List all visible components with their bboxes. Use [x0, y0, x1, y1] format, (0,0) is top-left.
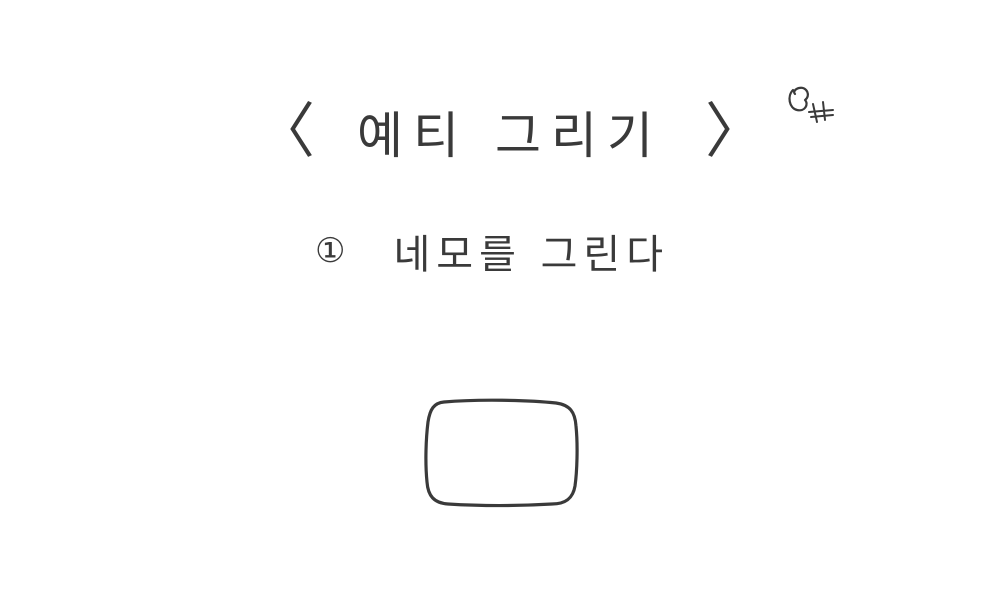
title-text: 예티 그리기: [357, 107, 663, 165]
title-left-bracket: 〈: [255, 97, 315, 167]
signature-icon: [788, 86, 834, 123]
step-number: ①: [315, 231, 346, 271]
rounded-rectangle-drawing: [424, 398, 579, 508]
instruction-step: ① 네모를 그린다: [315, 222, 669, 280]
drawing-canvas: 〈 예티 그리기 〉 ① 네모를 그린다: [0, 0, 1001, 601]
title-right-bracket: 〉: [705, 97, 765, 167]
title-row: 〈 예티 그리기 〉: [255, 96, 765, 168]
step-text: 네모를 그린다: [393, 232, 669, 278]
